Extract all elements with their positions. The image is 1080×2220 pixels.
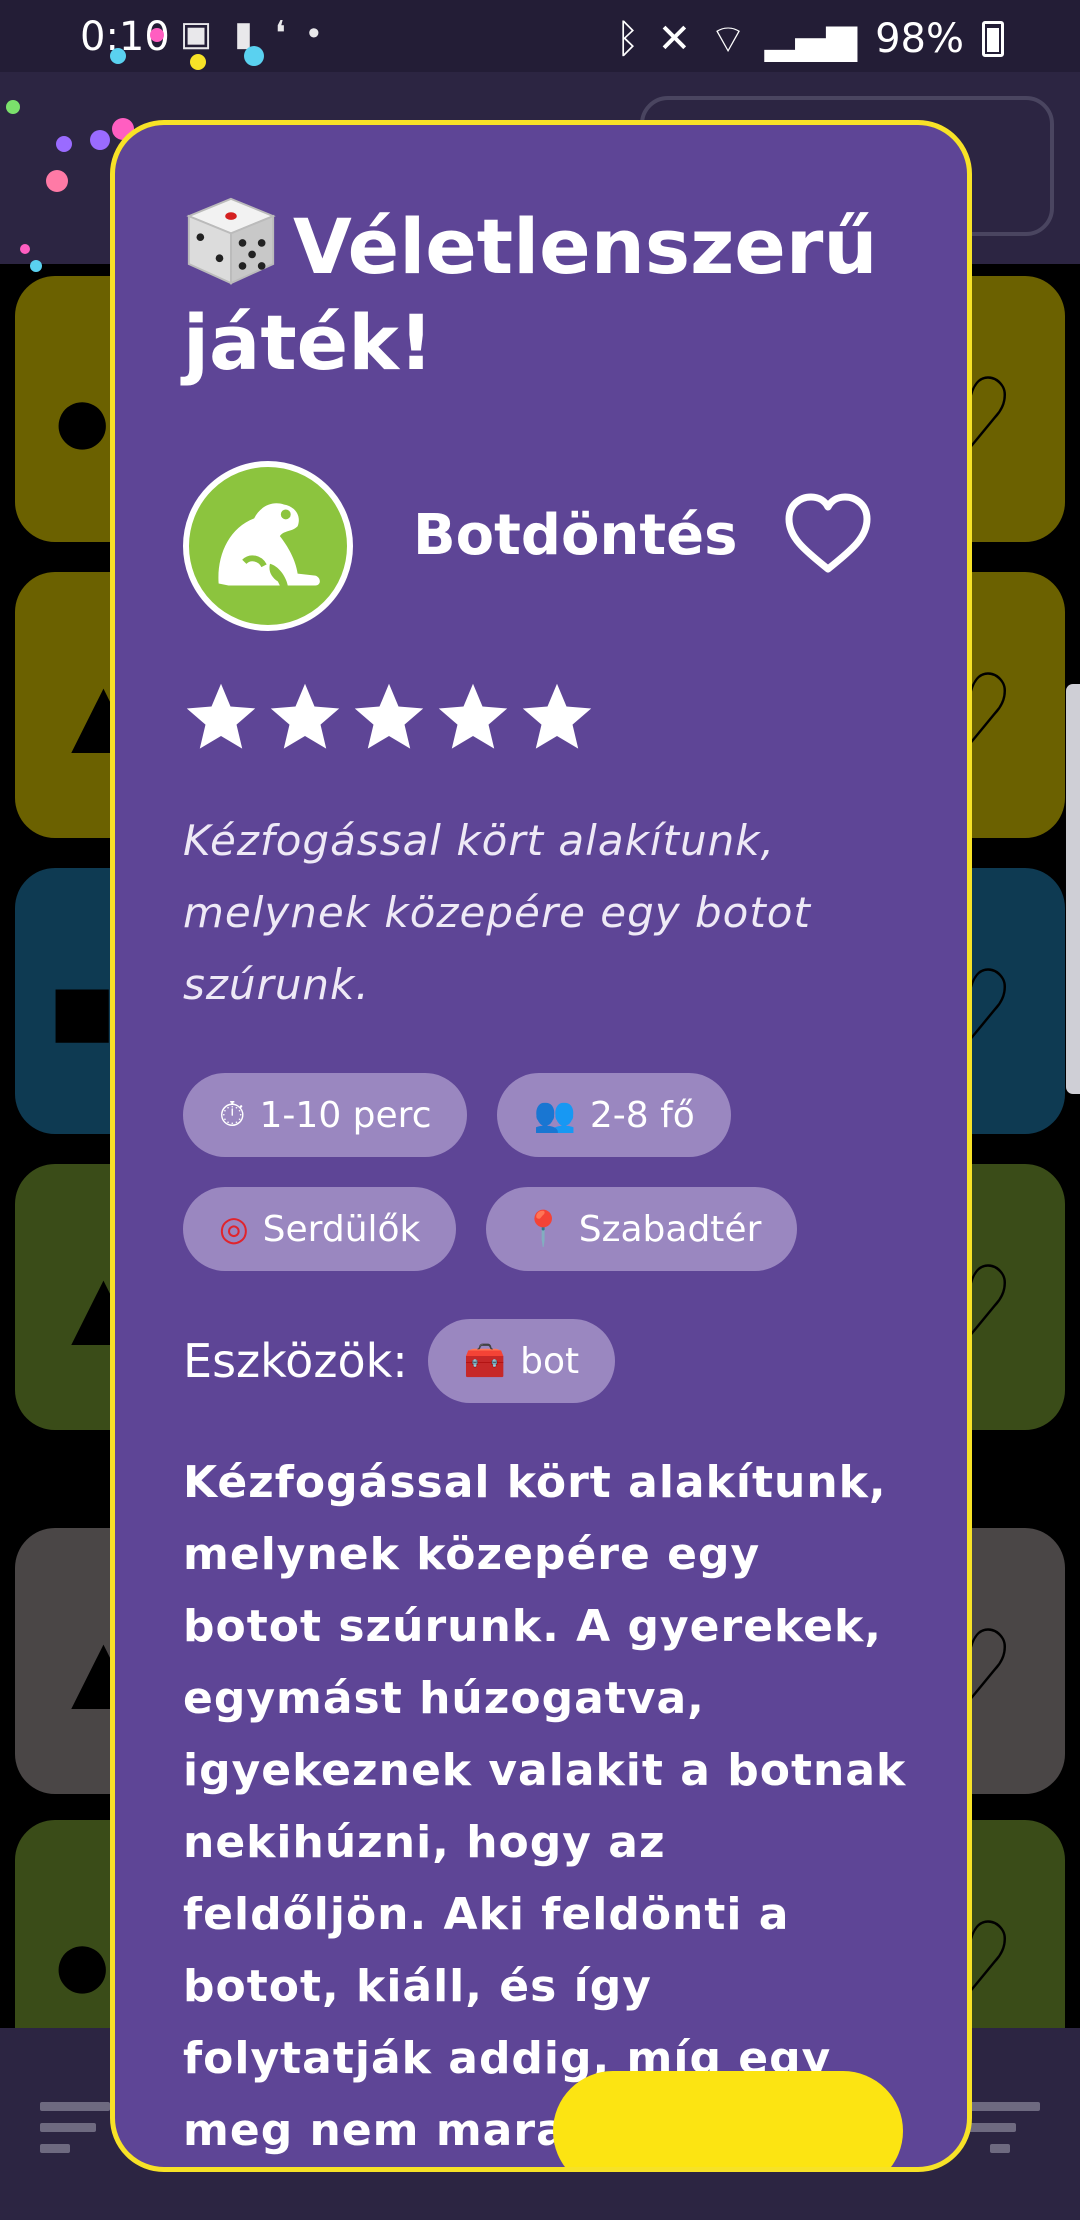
filter-icon[interactable] — [960, 2102, 1040, 2165]
star-icon — [186, 683, 256, 749]
duration-chip: ⏱ 1-10 perc — [183, 1073, 468, 1157]
dot-icon: • — [307, 14, 320, 52]
star-icon — [522, 683, 592, 749]
tool-chip: 🧰 bot — [427, 1319, 616, 1403]
short-description: Kézfogással kört alakítunk, melynek köze… — [183, 816, 811, 1009]
location-chip: 📍 Szabadtér — [486, 1187, 798, 1271]
system-icons: ᛒ ✕ ⌔ ▂▄▆ 98% — [616, 14, 1004, 64]
players-chip: 👥 2-8 fő — [497, 1073, 731, 1157]
image-icon: ▣ — [180, 15, 213, 53]
pin-icon: 📍 — [522, 1209, 565, 1249]
random-game-modal: Véletlenszerű játék! Botdöntés Kézfogáss… — [110, 120, 972, 2172]
people-icon: 👥 — [533, 1095, 576, 1135]
dice-icon — [186, 197, 276, 285]
toolbox-icon: 🧰 — [463, 1341, 507, 1381]
wifi-icon: ⌔ — [709, 17, 747, 63]
signal-icon: ▂▄▆ — [764, 16, 858, 62]
animal-icon: ■ — [49, 950, 116, 1073]
battery-percent: 98% — [875, 16, 964, 62]
tools-label: Eszközök: — [183, 1334, 408, 1388]
mute-icon: ✕ — [657, 16, 692, 62]
game-avatar — [183, 461, 353, 631]
frog-icon: ● — [49, 358, 116, 481]
tag-row: ◎ Serdülők 📍 Szabadtér — [183, 1187, 923, 1271]
location-label: Szabadtér — [578, 1208, 762, 1250]
star-icon — [354, 683, 424, 749]
star-icon — [438, 683, 508, 749]
frog-icon — [218, 503, 320, 586]
star-icon — [270, 683, 340, 749]
action-button[interactable] — [553, 2071, 903, 2167]
menu-icon[interactable] — [40, 2102, 120, 2165]
tool-label: bot — [520, 1340, 580, 1382]
game-header: Botdöntés — [183, 461, 943, 631]
age-group-chip: ◎ Serdülők — [183, 1187, 457, 1271]
tools-row: Eszközök: 🧰 bot — [183, 1319, 616, 1403]
game-name: Botdöntés — [413, 503, 738, 568]
target-icon: ◎ — [219, 1209, 249, 1249]
tag-row: ⏱ 1-10 perc 👥 2-8 fő — [183, 1073, 923, 1157]
scroll-handle[interactable] — [1066, 684, 1080, 1094]
heart-outline-icon[interactable] — [783, 491, 873, 575]
battery-icon — [982, 21, 1004, 57]
duration-label: 1-10 perc — [259, 1094, 432, 1136]
modal-title: Véletlenszerű játék! — [183, 195, 943, 391]
modal-title-text: Véletlenszerű játék! — [183, 202, 878, 387]
frog-icon: ● — [49, 1902, 116, 2025]
age-group-label: Serdülők — [262, 1208, 421, 1250]
bluetooth-icon: ᛒ — [615, 16, 640, 62]
long-description: Kézfogással kört alakítunk, melynek köze… — [183, 1457, 907, 2156]
players-label: 2-8 fő — [589, 1094, 695, 1136]
stopwatch-icon: ⏱ — [219, 1095, 246, 1135]
rating-stars — [183, 679, 595, 755]
footsteps-icon: ❛ — [274, 15, 286, 53]
